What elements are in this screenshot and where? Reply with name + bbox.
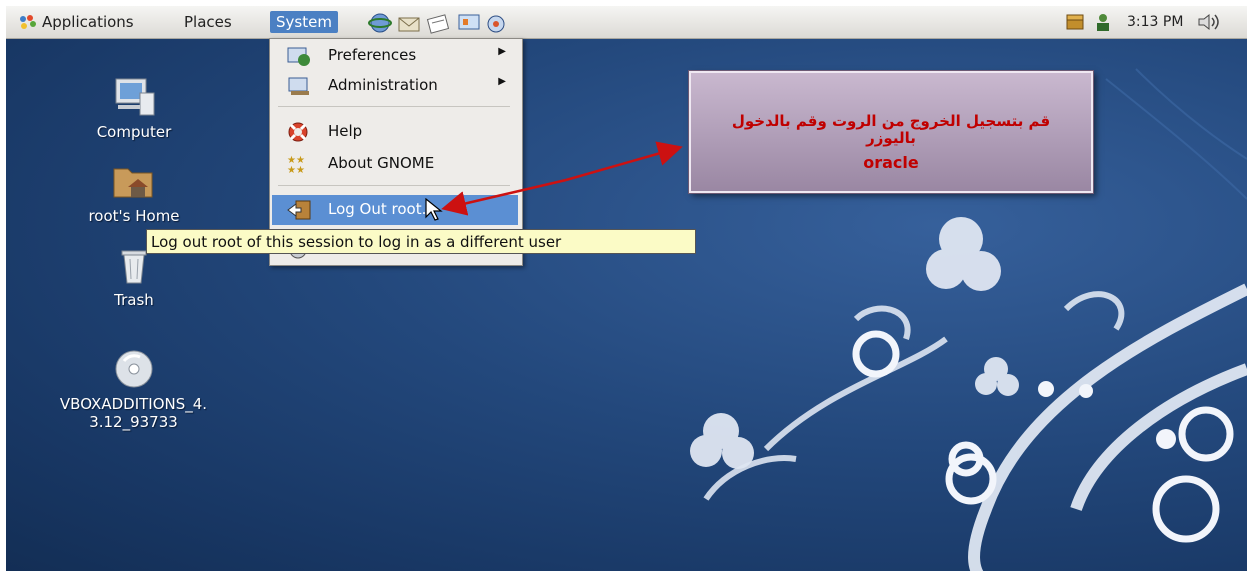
annotation-arabic-line2: باليوزر — [866, 129, 916, 147]
menu-separator — [278, 106, 510, 107]
text-editor-icon[interactable] — [426, 12, 452, 38]
gnome-foot-icon[interactable] — [16, 13, 38, 35]
desktop-icon-label: Computer — [96, 123, 172, 141]
menu-item-log-out[interactable]: Log Out root... — [272, 195, 518, 225]
annotation-username: oracle — [863, 153, 919, 172]
top-panel: Applications Places System 3:13 PM — [6, 6, 1247, 39]
svg-text:★★: ★★ — [287, 165, 305, 175]
cd-rom-icon — [115, 350, 152, 388]
menu-item-label: Log Out root... — [328, 200, 436, 218]
annotation-box: قم بتسجيل الخروج من الروت وقم بالدخول با… — [689, 71, 1093, 193]
update-package-icon[interactable] — [1064, 12, 1086, 36]
screenshot-tool-icon[interactable] — [484, 12, 510, 38]
menu-item-label: Help — [328, 122, 363, 140]
home-folder-icon — [113, 168, 153, 198]
menu-item-label: Preferences — [328, 46, 417, 64]
applications-menu[interactable]: Applications — [42, 11, 134, 33]
menu-item-about-gnome[interactable]: ★★ ★★ About GNOME — [272, 149, 518, 179]
log-out-icon — [287, 200, 311, 220]
desktop-icon-label: VBOXADDITIONS_4. — [59, 395, 208, 413]
preferences-icon — [287, 47, 310, 66]
menu-item-administration[interactable]: Administration ▶ — [272, 71, 518, 101]
annotation-arabic: قم بتسجيل الخروج من الروت وقم بالدخول با… — [691, 113, 1091, 147]
submenu-arrow-icon: ▶ — [498, 76, 506, 87]
menu-item-label: Administration — [328, 76, 438, 94]
network-user-icon[interactable] — [1092, 11, 1114, 37]
volume-icon[interactable] — [1196, 12, 1226, 36]
submenu-arrow-icon: ▶ — [498, 46, 506, 57]
desktop-background: Computer root's Home Trash VBOXADDITIONS… — [6, 39, 1247, 571]
desktop-icon-label: Trash — [114, 291, 154, 309]
desktop-icon-label: root's Home — [88, 207, 180, 225]
menu-item-help[interactable]: Help — [272, 117, 518, 147]
annotation-arabic-line1: قم بتسجيل الخروج من الروت وقم بالدخول — [731, 112, 1051, 130]
desktop-icon-home[interactable]: root's Home — [84, 159, 184, 225]
about-stars-icon: ★★★★ — [287, 155, 305, 175]
administration-icon — [288, 77, 309, 95]
mouse-cursor-icon — [425, 198, 443, 221]
panel-clock[interactable]: 3:13 PM — [1127, 11, 1183, 33]
desktop-icon-computer[interactable]: Computer — [84, 75, 184, 141]
log-out-tooltip: Log out root of this session to log in a… — [146, 229, 696, 254]
desktop-icon-label: 3.12_93733 — [89, 413, 178, 431]
email-client-icon[interactable] — [396, 12, 422, 38]
menu-item-preferences[interactable]: Preferences ▶ — [272, 41, 518, 71]
web-browser-icon[interactable] — [368, 12, 392, 38]
computer-icon — [115, 78, 155, 116]
menu-item-label: About GNOME — [328, 154, 435, 172]
screen: Applications Places System 3:13 PM Compu… — [6, 6, 1247, 571]
places-menu[interactable]: Places — [184, 11, 232, 33]
desktop-icon-vbox-cd[interactable]: VBOXADDITIONS_4. 3.12_93733 — [46, 347, 221, 431]
help-lifebuoy-icon — [288, 122, 308, 142]
presentation-icon[interactable] — [456, 12, 482, 38]
menu-separator — [278, 185, 510, 186]
system-menu[interactable]: System — [270, 11, 338, 33]
